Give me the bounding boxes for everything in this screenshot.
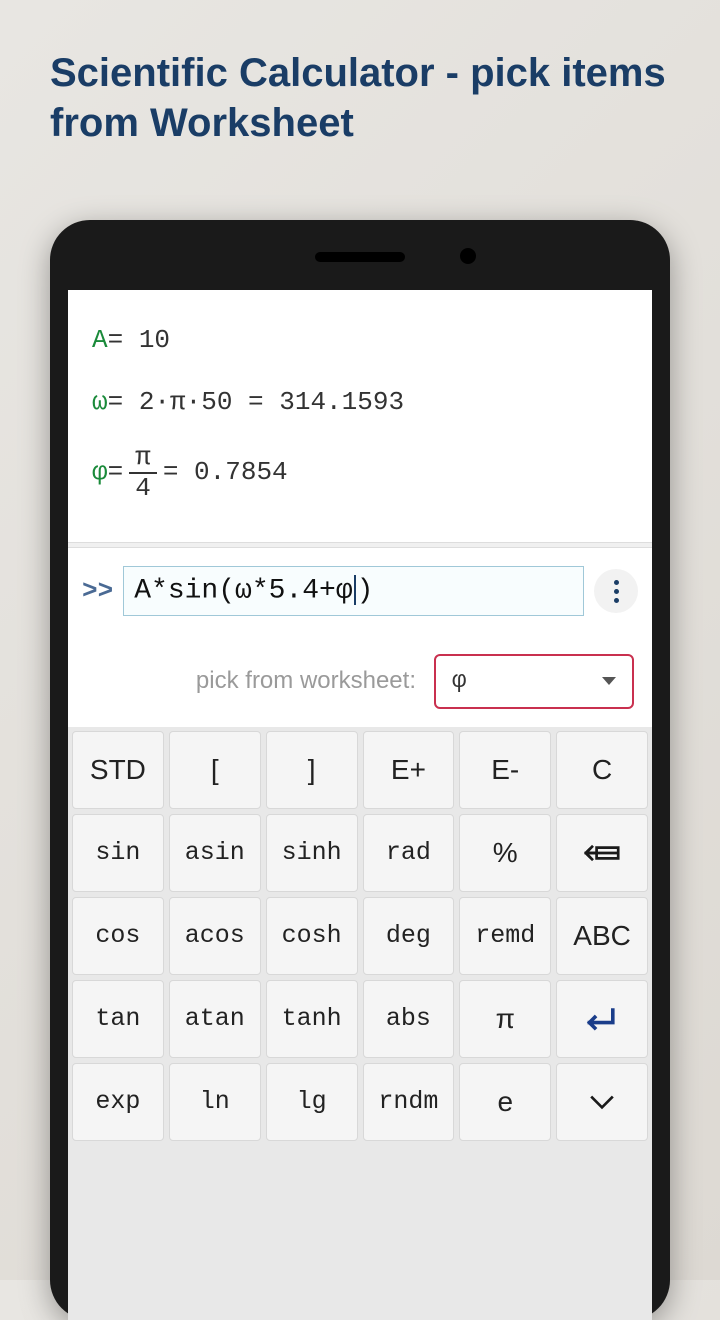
keypad: STD [ ] E+ E- C sin asin sinh rad % cos … — [68, 727, 652, 1320]
key-enter[interactable] — [556, 980, 648, 1058]
key-remd[interactable]: remd — [459, 897, 551, 975]
key-pi[interactable]: π — [459, 980, 551, 1058]
key-cos[interactable]: cos — [72, 897, 164, 975]
var-omega: ω — [92, 382, 108, 424]
key-tan[interactable]: tan — [72, 980, 164, 1058]
fraction-top: π — [129, 443, 157, 474]
key-rad[interactable]: rad — [363, 814, 455, 892]
chevron-down-icon — [584, 1088, 620, 1116]
key-collapse[interactable] — [556, 1063, 648, 1141]
key-sinh[interactable]: sinh — [266, 814, 358, 892]
key-bracket-close[interactable]: ] — [266, 731, 358, 809]
result-3: = 0.7854 — [163, 452, 288, 494]
picker-label: pick from worksheet: — [196, 667, 416, 695]
key-clear[interactable]: C — [556, 731, 648, 809]
backspace-icon — [584, 839, 620, 867]
key-std[interactable]: STD — [72, 731, 164, 809]
dots-icon — [614, 580, 619, 585]
worksheet-line-3[interactable]: φ = π 4 = 0.7854 — [92, 443, 628, 502]
chevron-down-icon — [602, 677, 616, 685]
key-cosh[interactable]: cosh — [266, 897, 358, 975]
key-backspace[interactable] — [556, 814, 648, 892]
expression-input[interactable]: A*sin(ω*5.4+φ) — [123, 566, 584, 615]
key-abc[interactable]: ABC — [556, 897, 648, 975]
key-e-minus[interactable]: E- — [459, 731, 551, 809]
key-deg[interactable]: deg — [363, 897, 455, 975]
input-before-cursor: A*sin(ω*5.4+φ — [134, 576, 352, 607]
overflow-menu-button[interactable] — [594, 569, 638, 613]
fraction-bottom: 4 — [129, 474, 157, 503]
input-row: >> A*sin(ω*5.4+φ) — [68, 548, 652, 633]
input-after-cursor: ) — [357, 576, 374, 607]
picker-row: pick from worksheet: φ — [68, 634, 652, 727]
key-sin[interactable]: sin — [72, 814, 164, 892]
key-percent[interactable]: % — [459, 814, 551, 892]
worksheet-variable-picker[interactable]: φ — [434, 654, 634, 709]
eq-3: = — [108, 452, 124, 494]
key-atan[interactable]: atan — [169, 980, 261, 1058]
key-acos[interactable]: acos — [169, 897, 261, 975]
picker-value: φ — [452, 668, 466, 695]
var-phi: φ — [92, 452, 108, 494]
key-abs[interactable]: abs — [363, 980, 455, 1058]
key-asin[interactable]: asin — [169, 814, 261, 892]
fraction: π 4 — [129, 443, 157, 502]
phone-frame: A = 10 ω = 2·π·50 = 314.1593 φ = π 4 = 0… — [50, 220, 670, 1320]
app-screen: A = 10 ω = 2·π·50 = 314.1593 φ = π 4 = 0… — [68, 290, 652, 1320]
key-tanh[interactable]: tanh — [266, 980, 358, 1058]
key-e[interactable]: e — [459, 1063, 551, 1141]
phone-camera — [460, 248, 476, 264]
key-bracket-open[interactable]: [ — [169, 731, 261, 809]
input-prompt: >> — [82, 576, 113, 606]
worksheet-line-2[interactable]: ω = 2·π·50 = 314.1593 — [92, 382, 628, 424]
key-lg[interactable]: lg — [266, 1063, 358, 1141]
enter-icon — [584, 1005, 620, 1033]
page-title: Scientific Calculator - pick items from … — [0, 0, 720, 178]
key-ln[interactable]: ln — [169, 1063, 261, 1141]
worksheet-area: A = 10 ω = 2·π·50 = 314.1593 φ = π 4 = 0… — [68, 290, 652, 542]
var-a: A — [92, 320, 108, 362]
phone-speaker — [315, 252, 405, 262]
expr-2: = 2·π·50 = 314.1593 — [108, 382, 404, 424]
expr-1: = 10 — [108, 320, 170, 362]
key-rndm[interactable]: rndm — [363, 1063, 455, 1141]
key-e-plus[interactable]: E+ — [363, 731, 455, 809]
text-cursor — [354, 575, 356, 605]
key-exp[interactable]: exp — [72, 1063, 164, 1141]
worksheet-line-1[interactable]: A = 10 — [92, 320, 628, 362]
